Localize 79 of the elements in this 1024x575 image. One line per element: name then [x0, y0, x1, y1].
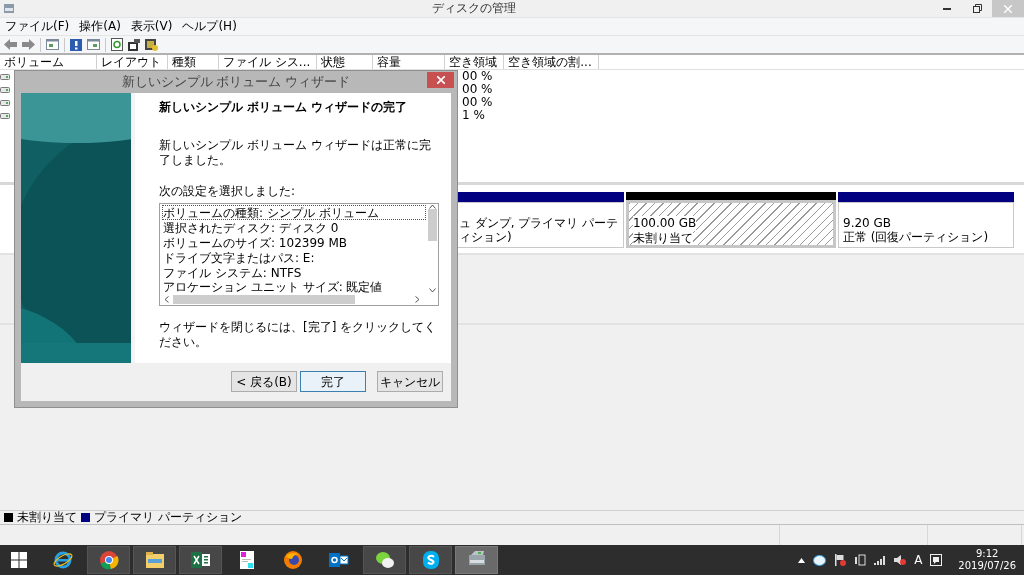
- legend-label: 未割り当て: [17, 510, 77, 525]
- column-header[interactable]: 種類: [168, 55, 219, 69]
- window-title: ディスクの管理: [430, 1, 517, 16]
- table-cell: 1 %: [462, 108, 485, 123]
- mail-icon: [328, 550, 349, 570]
- chat-bubbles-icon: [374, 550, 395, 570]
- back-icon[interactable]: [4, 39, 17, 50]
- taskbar-app[interactable]: [179, 546, 222, 574]
- panel-icon[interactable]: [46, 39, 59, 50]
- scroll-up-icon: [428, 204, 436, 210]
- ime-indicator[interactable]: A: [914, 552, 923, 568]
- browser-icon: [52, 550, 73, 570]
- dialog-button[interactable]: キャンセル: [377, 371, 443, 393]
- drive-icon: [0, 99, 10, 106]
- list-item[interactable]: ボリュームのサイズ: 102399 MB: [162, 235, 426, 250]
- fox-globe-icon: [282, 550, 303, 570]
- drive-icon: [0, 86, 10, 93]
- spreadsheet-icon: [190, 550, 211, 570]
- list-item[interactable]: ボリュームの種類: シンプル ボリューム: [162, 205, 426, 221]
- close-icon: [1004, 4, 1012, 13]
- battery-icon[interactable]: [854, 554, 867, 566]
- taskbar-app[interactable]: [363, 546, 406, 574]
- column-header[interactable]: 空き領域: [445, 55, 505, 69]
- list-item[interactable]: ドライブ文字またはパス: E:: [162, 249, 426, 265]
- list-item[interactable]: ファイル システム: NTFS: [162, 264, 426, 280]
- column-header[interactable]: 状態: [317, 55, 374, 69]
- signal-icon[interactable]: [874, 555, 887, 565]
- forward-icon[interactable]: [22, 39, 35, 50]
- list-item[interactable]: 選択されたディスク: ディスク 0: [162, 220, 426, 236]
- clock-date: 2019/07/26: [958, 560, 1016, 573]
- taskbar-app[interactable]: [409, 546, 452, 574]
- restore-icon: [972, 4, 982, 13]
- folder-icon: [144, 550, 165, 570]
- scroll-right-icon: [415, 295, 420, 303]
- skype-icon: [420, 550, 441, 570]
- browser-icon: [98, 550, 119, 570]
- scrollbar-thumb: [427, 209, 437, 242]
- drive-icon: [0, 112, 10, 119]
- partition-label: ュ ダンプ, プライマリ パーティション): [459, 216, 619, 245]
- dialog-title: 新しいシンプル ボリューム ウィザード: [120, 74, 352, 90]
- drive-icon: [0, 73, 10, 80]
- show-hidden-icons-icon[interactable]: [798, 557, 806, 563]
- list-label: 次の設定を選択しました:: [159, 184, 297, 199]
- list-item[interactable]: アロケーション ユニット サイズ: 既定値: [162, 279, 426, 294]
- settings-list[interactable]: ボリュームの種類: シンプル ボリューム 選択されたディスク: ディスク 0 ボリュームのサイズ: 102399 MB ドライブ文字またはパス: E: ファイル システム: NTFS アロケーション ユニット サイズ: 既定値: [159, 203, 439, 307]
- partition-label: 100.00 GB: [633, 216, 697, 231]
- close-button[interactable]: [427, 72, 454, 88]
- dialog-button[interactable]: < 戻る(B): [231, 371, 297, 393]
- minimize-icon: [943, 7, 951, 10]
- legend-label: プライマリ パーティション: [94, 510, 242, 525]
- instruction-text: ウィザードを閉じるには、[完了] をクリックしてください。: [159, 320, 438, 350]
- table-cell: 00 %: [462, 82, 493, 97]
- column-header[interactable]: ボリューム: [0, 55, 97, 69]
- menu-item[interactable]: ヘルプ(H): [177, 19, 242, 34]
- wizard-heading: 新しいシンプル ボリューム ウィザードの完了: [159, 99, 409, 115]
- table-cell: 00 %: [462, 95, 493, 110]
- clock-time: 9:12: [974, 547, 1000, 560]
- windows-logo-icon: [11, 552, 27, 568]
- menu-item[interactable]: 操作(A): [74, 19, 126, 34]
- menu-item[interactable]: ファイル(F): [0, 19, 75, 34]
- dialog-button[interactable]: 完了: [300, 371, 366, 393]
- muted-speaker-icon[interactable]: [894, 554, 907, 566]
- taskbar-app[interactable]: [133, 546, 176, 574]
- panel-icon[interactable]: [87, 39, 100, 50]
- column-header[interactable]: 容量: [373, 55, 446, 69]
- flag-icon[interactable]: [834, 554, 847, 566]
- column-header[interactable]: 空き領域の割...: [504, 55, 599, 69]
- cloud-icon[interactable]: [813, 554, 827, 566]
- completion-message: 新しいシンプル ボリューム ウィザードは正常に完了しました。: [159, 138, 432, 168]
- close-icon: [436, 76, 445, 84]
- notifications-icon[interactable]: [930, 554, 943, 566]
- disk-management-icon: [3, 3, 15, 15]
- partition-label: 正常 (回復パーティション): [843, 230, 989, 245]
- column-header[interactable]: ファイル シス...: [219, 55, 318, 69]
- column-header[interactable]: レイアウト: [97, 55, 168, 69]
- scroll-down-icon: [428, 288, 436, 294]
- menu-item[interactable]: 表示(V): [125, 19, 178, 34]
- table-cell: 00 %: [462, 69, 493, 84]
- scroll-left-icon: [164, 295, 169, 303]
